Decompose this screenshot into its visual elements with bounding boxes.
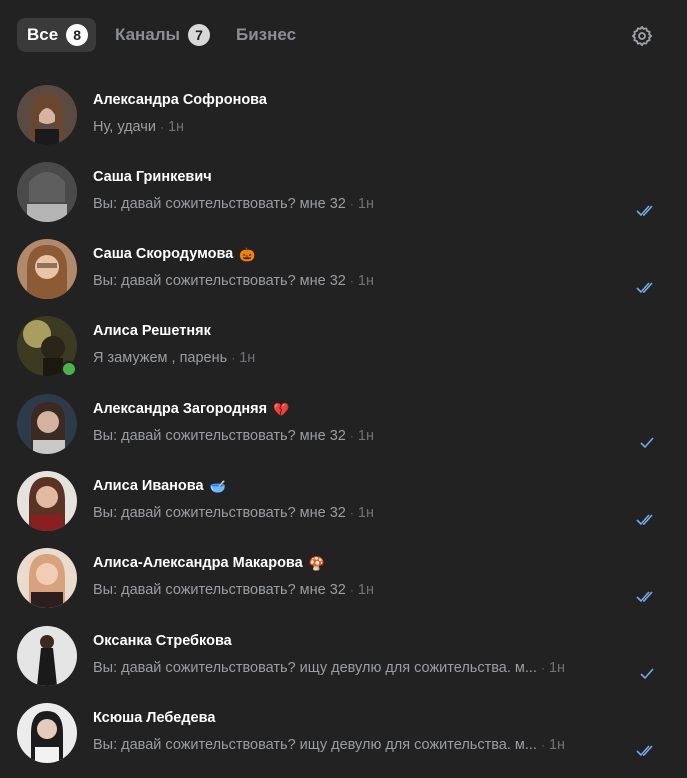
chat-name: Алиса Иванова 🥣 — [93, 478, 226, 494]
tab-bar: Все 8 Каналы 7 Бизнес — [0, 0, 687, 70]
chat-name: Саша Скородумова 🎃 — [93, 246, 256, 262]
chat-preview: Я замужем , парень · 1н — [93, 350, 256, 366]
online-indicator — [61, 361, 77, 377]
chat-row[interactable]: Саша Гринкевич Вы: давай сожительствоват… — [0, 145, 687, 222]
chat-name: Алиса Решетняк — [93, 323, 211, 339]
avatar — [17, 471, 77, 531]
tab-all[interactable]: Все 8 — [17, 18, 96, 52]
chat-preview: Вы: давай сожительствовать? мне 32 · 1н — [93, 196, 374, 212]
tab-channels-label: Каналы — [115, 25, 181, 44]
double-check-icon — [636, 514, 653, 526]
tab-business-label: Бизнес — [236, 25, 297, 44]
chat-preview: Вы: давай сожительствовать? мне 32 · 1н — [93, 428, 374, 444]
chat-preview: Ну, удачи · 1н — [93, 119, 185, 135]
chat-row[interactable]: Александра Загородняя 💔 Вы: давай сожител… — [0, 377, 687, 454]
chat-row[interactable]: Алиса Иванова 🥣 Вы: давай сожительствоват… — [0, 454, 687, 531]
double-check-icon — [636, 591, 653, 603]
chat-name: Ксюша Лебедева — [93, 710, 216, 726]
chat-preview: Вы: давай сожительствовать? ищу девулю д… — [93, 660, 566, 676]
chat-name: Оксанка Стребкова — [93, 633, 232, 649]
single-check-icon — [640, 437, 654, 449]
chat-row[interactable]: Алиса Решетняк Я замужем , парень · 1н — [0, 299, 687, 377]
double-check-icon — [636, 205, 653, 217]
chat-row[interactable]: Александра Софронова Ну, удачи · 1н — [0, 68, 687, 145]
double-check-icon — [636, 745, 653, 757]
chat-name: Александра Загородняя 💔 — [93, 401, 290, 417]
chat-preview: Вы: давай сожительствовать? ищу девулю д… — [93, 737, 566, 753]
avatar — [17, 703, 77, 763]
avatar — [17, 162, 77, 222]
avatar — [17, 239, 77, 299]
chat-name: Александра Софронова — [93, 92, 267, 108]
chat-preview: Вы: давай сожительствовать? мне 32 · 1н — [93, 505, 374, 521]
chat-preview: Вы: давай сожительствовать? мне 32 · 1н — [93, 273, 374, 289]
double-check-icon — [636, 282, 653, 294]
chat-row[interactable]: Ксюша Лебедева Вы: давай сожительствоват… — [0, 686, 687, 763]
avatar — [17, 548, 77, 608]
single-check-icon — [640, 668, 654, 680]
chat-name: Саша Гринкевич — [93, 169, 212, 185]
avatar — [17, 394, 77, 454]
avatar — [17, 626, 77, 686]
tab-channels[interactable]: Каналы 7 — [115, 18, 211, 52]
gear-icon — [631, 25, 653, 47]
chat-row[interactable]: Саша Скородумова 🎃 Вы: давай сожительство… — [0, 222, 687, 299]
tab-all-badge: 8 — [66, 24, 89, 46]
tab-business[interactable]: Бизнес — [236, 18, 304, 52]
chat-row[interactable]: Оксанка Стребкова Вы: давай сожительство… — [0, 609, 687, 686]
tab-all-label: Все — [27, 25, 59, 44]
chat-preview: Вы: давай сожительствовать? мне 32 · 1н — [93, 582, 374, 598]
settings-button[interactable] — [630, 24, 654, 48]
avatar — [17, 85, 77, 145]
chat-name: Алиса-Александра Макарова 🍄 — [93, 555, 325, 571]
tab-channels-badge: 7 — [188, 24, 211, 46]
chat-row[interactable]: Алиса-Александра Макарова 🍄 Вы: давай сож… — [0, 531, 687, 608]
